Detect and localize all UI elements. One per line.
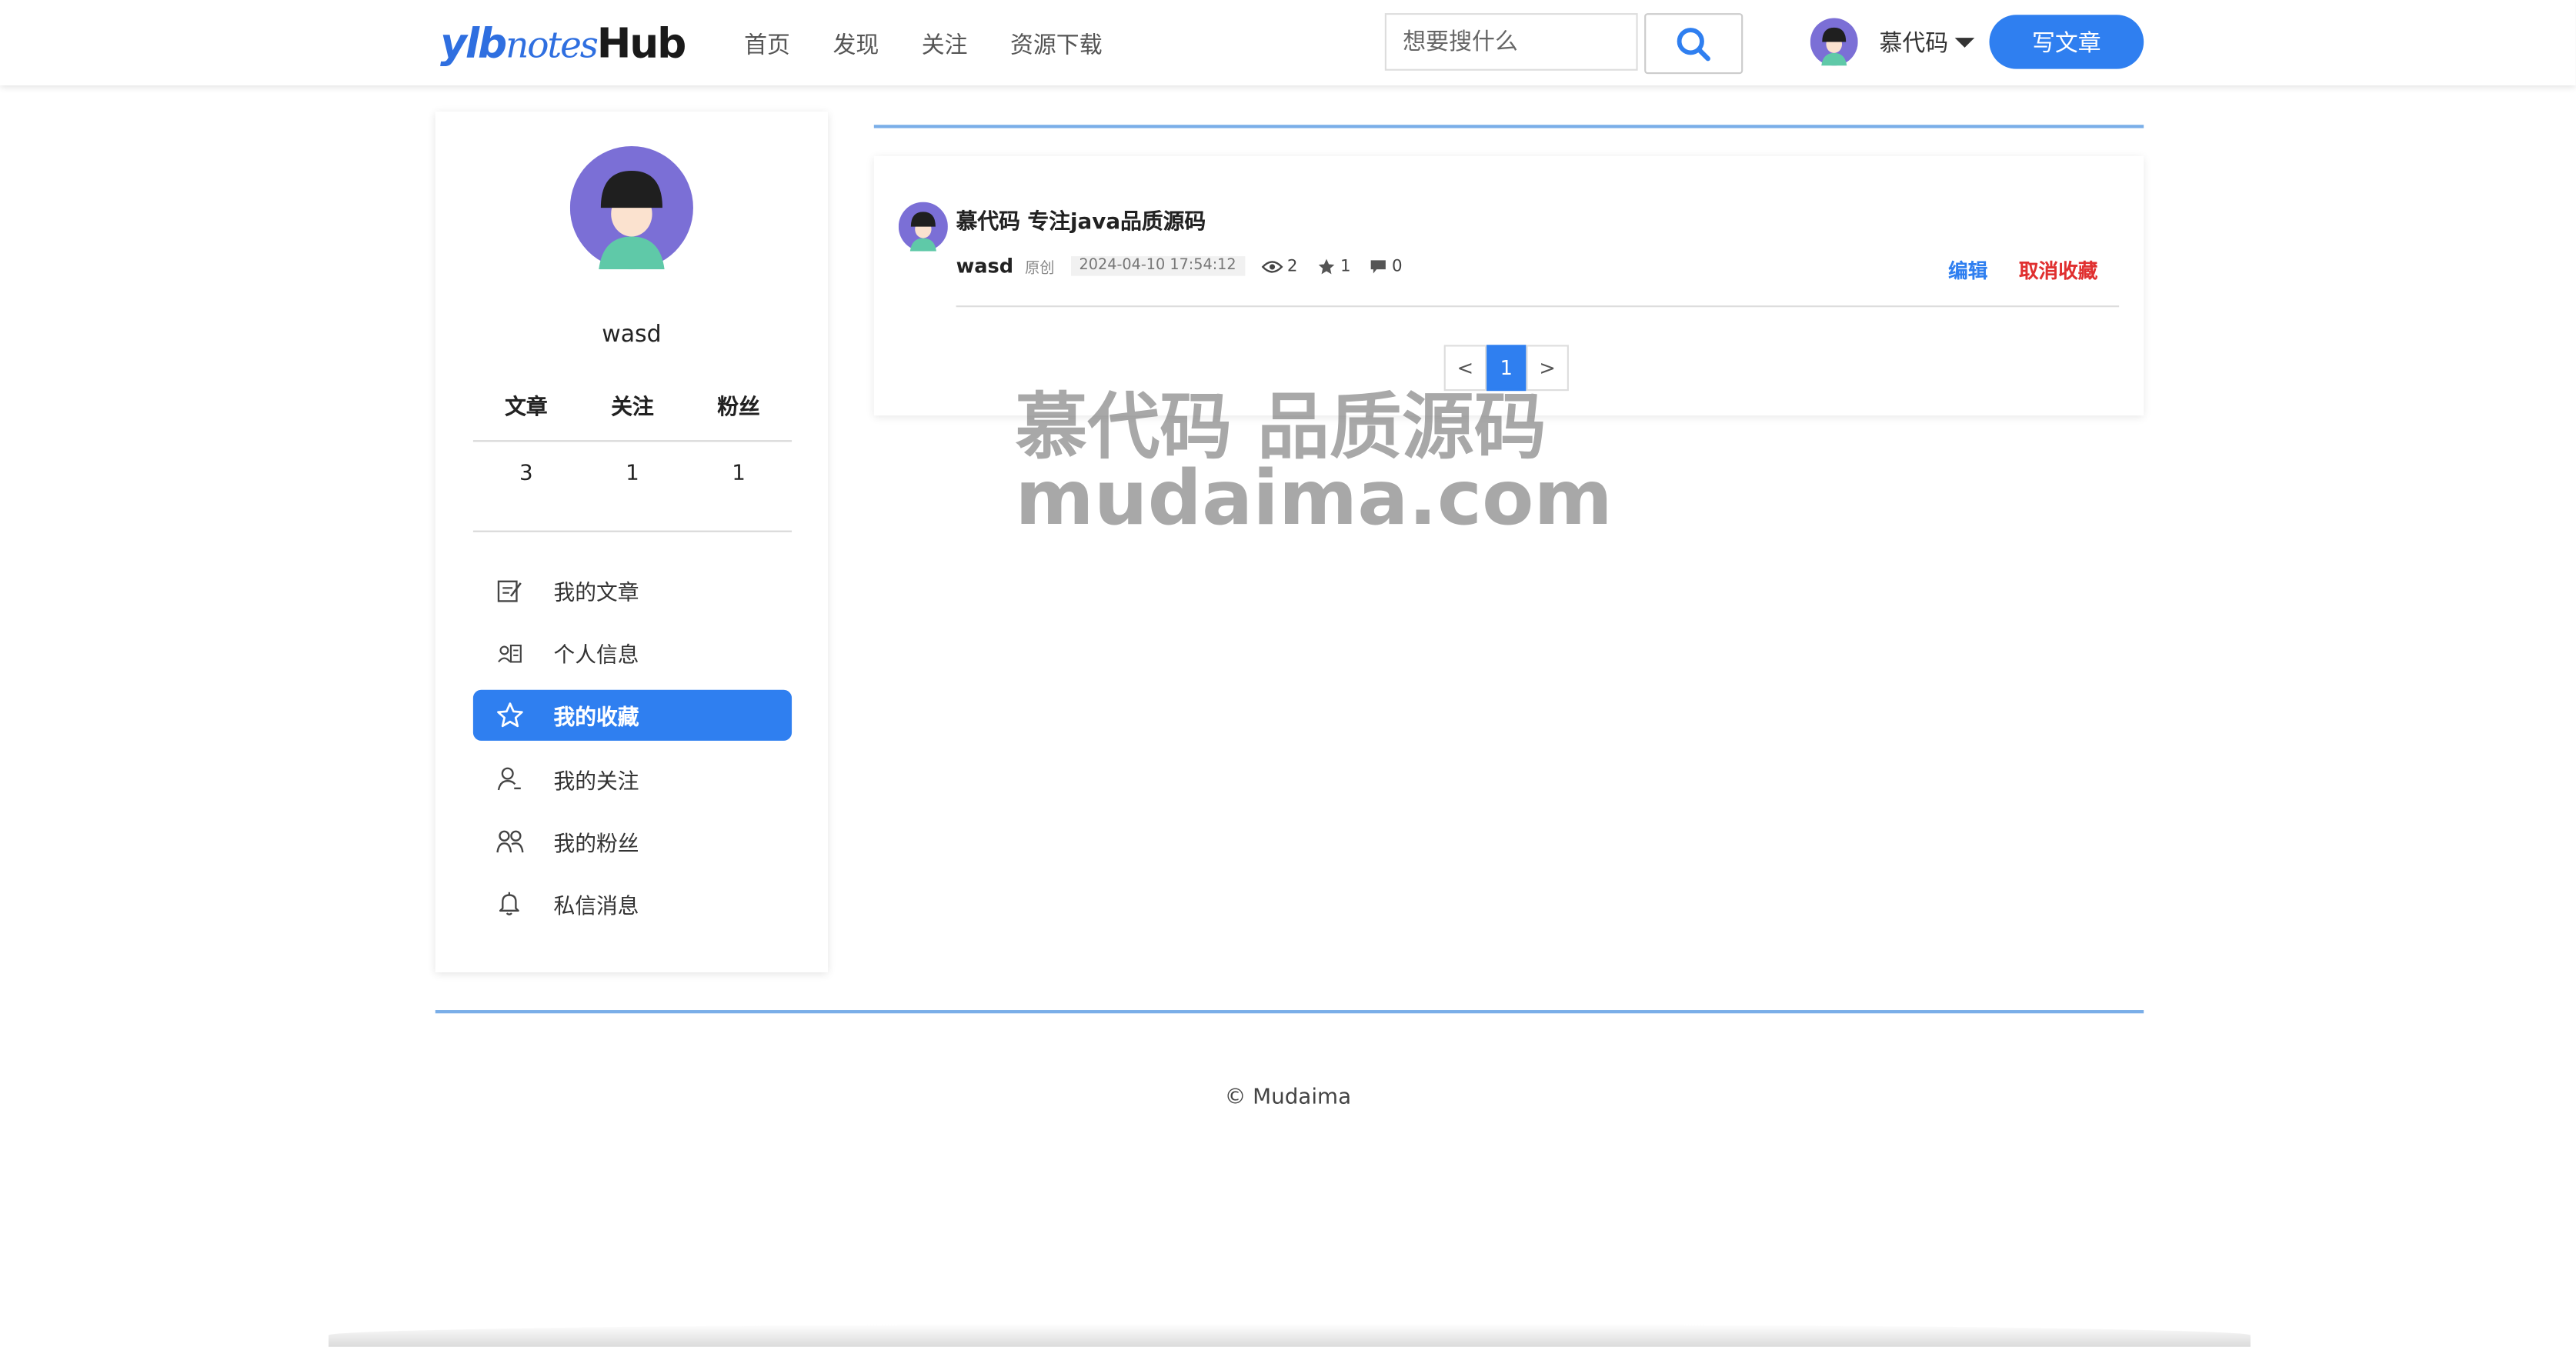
- footer-copyright: © Mudaima: [1224, 1085, 1352, 1111]
- sidebar-item-label: 私信消息: [553, 895, 639, 920]
- profile-username: wasd: [602, 322, 662, 348]
- comments-count: 0: [1391, 257, 1403, 275]
- sidebar-item-label: 我的文章: [553, 581, 639, 606]
- comment-icon: [1371, 259, 1386, 273]
- post-date: 2024-04-10 17:54:12: [1070, 256, 1245, 276]
- star-icon: [1318, 258, 1335, 274]
- bell-icon: [495, 889, 524, 919]
- footer-line: [435, 1010, 2144, 1014]
- views-stat: 2: [1260, 257, 1298, 275]
- watermark-line-2: mudaima.com: [1015, 453, 1613, 542]
- stars-count: 1: [1340, 257, 1351, 275]
- stat-label-following: 关注: [611, 395, 654, 421]
- search-icon: [1677, 27, 1710, 61]
- logo-part-hub: Hub: [596, 19, 687, 68]
- profile-sidebar: wasd 文章 关注 粉丝 3 1 1 我的文章 个人信息 我的收藏 我的关注 …: [435, 112, 829, 972]
- star-icon: [495, 701, 524, 730]
- post-type-badge: 原创: [1025, 260, 1055, 277]
- nav-discover[interactable]: 发现: [833, 28, 879, 61]
- site-logo[interactable]: ylb notes Hub: [440, 19, 687, 69]
- sidebar-item-label: 我的关注: [553, 769, 639, 795]
- search-input[interactable]: [1384, 13, 1638, 71]
- sidebar-item-my-following[interactable]: 我的关注: [473, 753, 792, 804]
- sidebar-item-profile-info[interactable]: 个人信息: [473, 628, 792, 679]
- sidebar-item-my-articles[interactable]: 我的文章: [473, 565, 792, 615]
- logo-part-notes: notes: [506, 26, 599, 68]
- search-button[interactable]: [1644, 13, 1743, 75]
- post-author[interactable]: wasd: [956, 255, 1014, 278]
- sidebar-item-my-fans[interactable]: 我的粉丝: [473, 816, 792, 867]
- edit-button[interactable]: 编辑: [1948, 256, 1987, 284]
- logo-part-ylb: ylb: [440, 19, 507, 68]
- nav-follow[interactable]: 关注: [922, 28, 968, 61]
- divider: [956, 305, 2120, 308]
- nav-home[interactable]: 首页: [744, 28, 790, 61]
- sidebar-item-label: 个人信息: [553, 644, 639, 669]
- id-card-icon: [495, 638, 524, 668]
- users-icon: [495, 826, 524, 855]
- profile-avatar: [569, 146, 693, 270]
- user-avatar[interactable]: [1810, 18, 1858, 66]
- nav-downloads[interactable]: 资源下载: [1010, 28, 1103, 61]
- post-meta: wasd 原创 2024-04-10 17:54:12 2 1 0: [956, 255, 1423, 278]
- comments-stat: 0: [1370, 257, 1403, 275]
- post-title[interactable]: 慕代码 专注java品质源码: [956, 204, 1206, 235]
- uncollect-button[interactable]: 取消收藏: [2019, 256, 2098, 284]
- stat-value-following[interactable]: 1: [579, 462, 686, 531]
- stat-label-fans: 粉丝: [717, 395, 760, 421]
- sidebar-item-label: 我的收藏: [553, 706, 639, 732]
- chevron-down-icon[interactable]: [1954, 38, 1975, 48]
- profile-stats: 文章 关注 粉丝 3 1 1: [472, 394, 792, 532]
- top-header: ylb notes Hub 首页 发现 关注 资源下载 慕代码 写文章: [0, 0, 2576, 86]
- sidebar-item-label: 我的粉丝: [553, 832, 639, 857]
- stars-stat: 1: [1317, 257, 1351, 275]
- sidebar-item-messages[interactable]: 私信消息: [473, 879, 792, 929]
- stat-label-articles: 文章: [505, 395, 548, 421]
- main-nav: 首页 发现 关注 资源下载: [744, 28, 1102, 61]
- post-author-avatar[interactable]: [898, 202, 948, 252]
- stat-value-articles[interactable]: 3: [473, 462, 579, 531]
- sidebar-item-my-favorites[interactable]: 我的收藏: [472, 690, 792, 742]
- stat-value-fans[interactable]: 1: [686, 462, 792, 531]
- write-article-button[interactable]: 写文章: [1989, 15, 2144, 69]
- divider: [472, 530, 792, 532]
- user-icon: [495, 764, 524, 793]
- eye-icon: [1260, 260, 1283, 272]
- content-top-line: [873, 125, 2144, 128]
- sidebar-menu: 我的文章 个人信息 我的收藏 我的关注 我的粉丝 私信消息: [472, 565, 792, 941]
- views-count: 2: [1286, 257, 1298, 275]
- user-name[interactable]: 慕代码: [1879, 26, 1948, 59]
- edit-note-icon: [495, 575, 524, 605]
- bottom-shadow: [329, 1323, 2251, 1347]
